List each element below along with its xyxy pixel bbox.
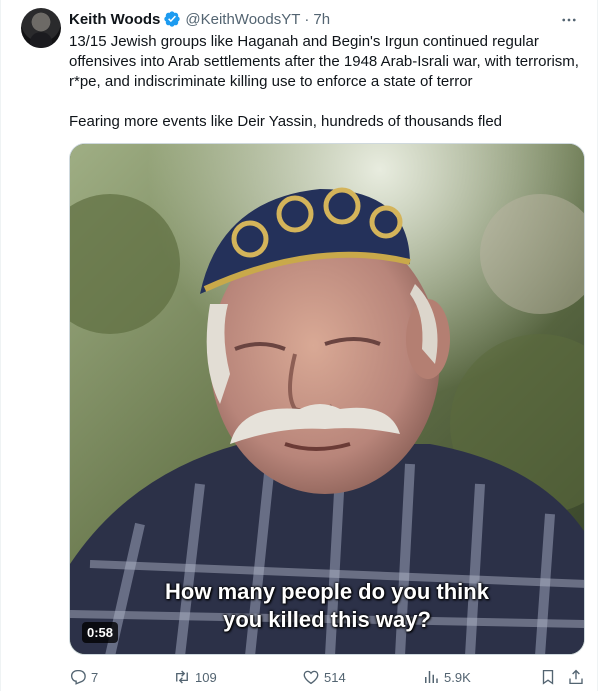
bookmark-icon — [542, 669, 554, 685]
reply-icon — [70, 669, 86, 685]
video-player[interactable]: How many people do you think you killed … — [69, 143, 585, 655]
tweet-text: 13/15 Jewish groups like Haganah and Beg… — [69, 32, 581, 152]
reply-button[interactable]: 7 — [69, 667, 98, 687]
author-handle[interactable]: @KeithWoodsYT — [185, 11, 300, 28]
repost-button[interactable]: 109 — [173, 667, 217, 687]
repost-count: 109 — [195, 669, 217, 685]
repost-icon — [176, 670, 188, 684]
tweet-actions: 7 109 514 5.9K — [69, 667, 587, 687]
timestamp[interactable]: 7h — [313, 11, 330, 28]
avatar[interactable] — [21, 8, 61, 48]
author-name[interactable]: Keith Woods — [69, 11, 160, 28]
video-subtitle-line-1: How many people do you think — [165, 579, 489, 604]
bookmark-button[interactable] — [539, 667, 557, 687]
share-icon — [569, 669, 583, 685]
like-count: 514 — [324, 669, 346, 685]
more-icon[interactable] — [559, 10, 579, 30]
video-duration-badge: 0:58 — [82, 622, 119, 643]
views-button[interactable]: 5.9K — [422, 667, 471, 687]
like-icon — [303, 670, 319, 685]
tweet[interactable]: Keith Woods @KeithWoodsYT · 7h 13/15 Jew… — [0, 0, 598, 691]
views-count: 5.9K — [444, 669, 471, 685]
views-icon — [425, 671, 438, 683]
tweet-paragraph-1: 13/15 Jewish groups like Haganah and Beg… — [69, 33, 579, 90]
share-button[interactable] — [567, 667, 585, 687]
like-button[interactable]: 514 — [302, 667, 346, 687]
tweet-header: Keith Woods @KeithWoodsYT · 7h — [69, 9, 330, 29]
separator-dot: · — [304, 10, 310, 28]
verified-badge-icon — [164, 11, 181, 27]
reply-count: 7 — [91, 669, 99, 685]
video-subtitle-line-2: you killed this way? — [223, 607, 431, 632]
tweet-paragraph-2: Fearing more events like Deir Yassin, hu… — [69, 113, 503, 130]
